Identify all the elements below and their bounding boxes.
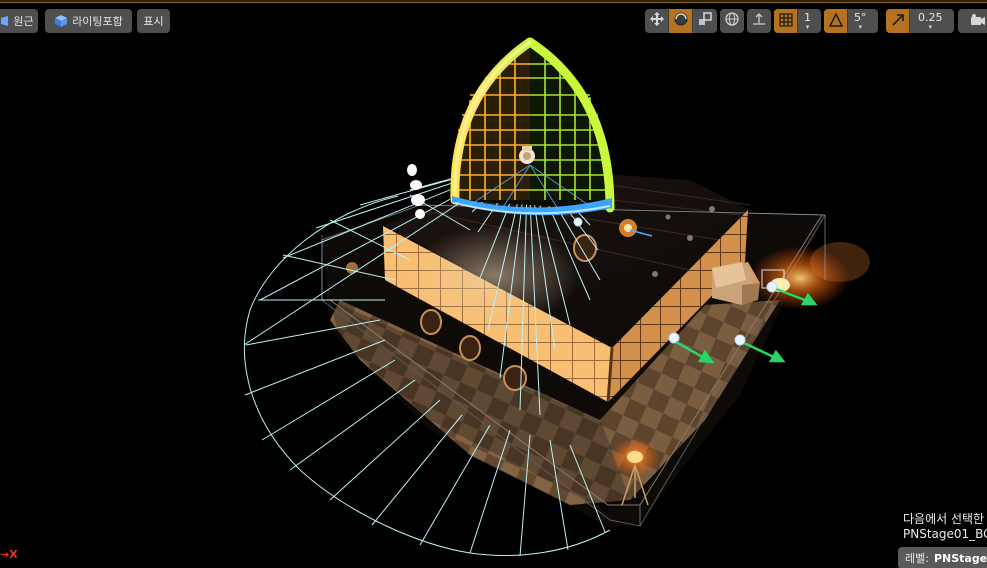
level-viewport[interactable]: 원근 라이팅포함 표시 1 ▾ 5° ▾ 0.25 ▾ →X 다음에서 선택한 … xyxy=(0,0,987,568)
current-level-indicator: 레벨: PNStage0 xyxy=(898,547,987,568)
grid-snap-icon xyxy=(778,12,793,31)
rotation-snap-icon xyxy=(828,11,843,31)
axis-x-label: X xyxy=(9,548,18,561)
camera-speed-icon xyxy=(970,12,986,31)
grid-snap-value-dropdown[interactable]: 1 ▾ xyxy=(798,9,817,33)
chevron-down-icon: ▾ xyxy=(805,23,810,31)
axis-arrow-icon: → xyxy=(0,548,10,561)
show-flags-label: 표시 xyxy=(143,15,164,28)
axis-indicator: →X xyxy=(0,548,18,561)
rotation-snap-toggle[interactable] xyxy=(824,9,848,33)
translate-icon xyxy=(649,11,665,31)
level-name: PNStage0 xyxy=(933,551,987,565)
scale-snap-toggle[interactable] xyxy=(886,9,910,33)
rotation-snap-group: 5° ▾ xyxy=(824,9,878,33)
camera-speed-button[interactable] xyxy=(958,9,987,33)
world-globe-icon xyxy=(724,11,740,31)
selection-info-line1: 다음에서 선택한 xyxy=(903,512,985,526)
translate-tool[interactable] xyxy=(645,9,669,33)
perspective-label: 원근 xyxy=(13,15,34,28)
grid-snap-toggle[interactable] xyxy=(774,9,798,33)
transform-tools-group xyxy=(645,9,717,33)
scale-snap-group: 0.25 ▾ xyxy=(886,9,954,33)
scale-snap-value-dropdown[interactable]: 0.25 ▾ xyxy=(910,9,951,33)
rotation-snap-value-dropdown[interactable]: 5° ▾ xyxy=(848,9,873,33)
surface-snapping-toggle[interactable] xyxy=(747,9,771,33)
light-preview-dome xyxy=(450,37,615,216)
coordinate-space-toggle[interactable] xyxy=(720,9,744,33)
surface-snap-icon xyxy=(751,11,767,31)
scale-snap-icon xyxy=(891,12,905,31)
level-label: 레벨: xyxy=(905,552,929,565)
selection-info-line2: PNStage01_BG xyxy=(903,527,987,541)
grid-snap-group: 1 ▾ xyxy=(774,9,821,33)
perspective-icon xyxy=(0,16,9,26)
chevron-down-icon: ▾ xyxy=(928,23,932,31)
lit-cube-icon xyxy=(54,14,68,28)
rotate-tool[interactable] xyxy=(669,9,693,33)
lit-mode-button[interactable]: 라이팅포함 xyxy=(45,9,132,33)
lit-mode-label: 라이팅포함 xyxy=(72,15,123,28)
scale-icon xyxy=(697,11,713,31)
scene-render xyxy=(243,37,870,557)
scale-tool[interactable] xyxy=(693,9,717,33)
chevron-down-icon: ▾ xyxy=(858,23,862,31)
perspective-button[interactable]: 원근 xyxy=(0,9,38,33)
show-flags-button[interactable]: 표시 xyxy=(137,9,170,33)
rotate-icon xyxy=(673,11,689,31)
